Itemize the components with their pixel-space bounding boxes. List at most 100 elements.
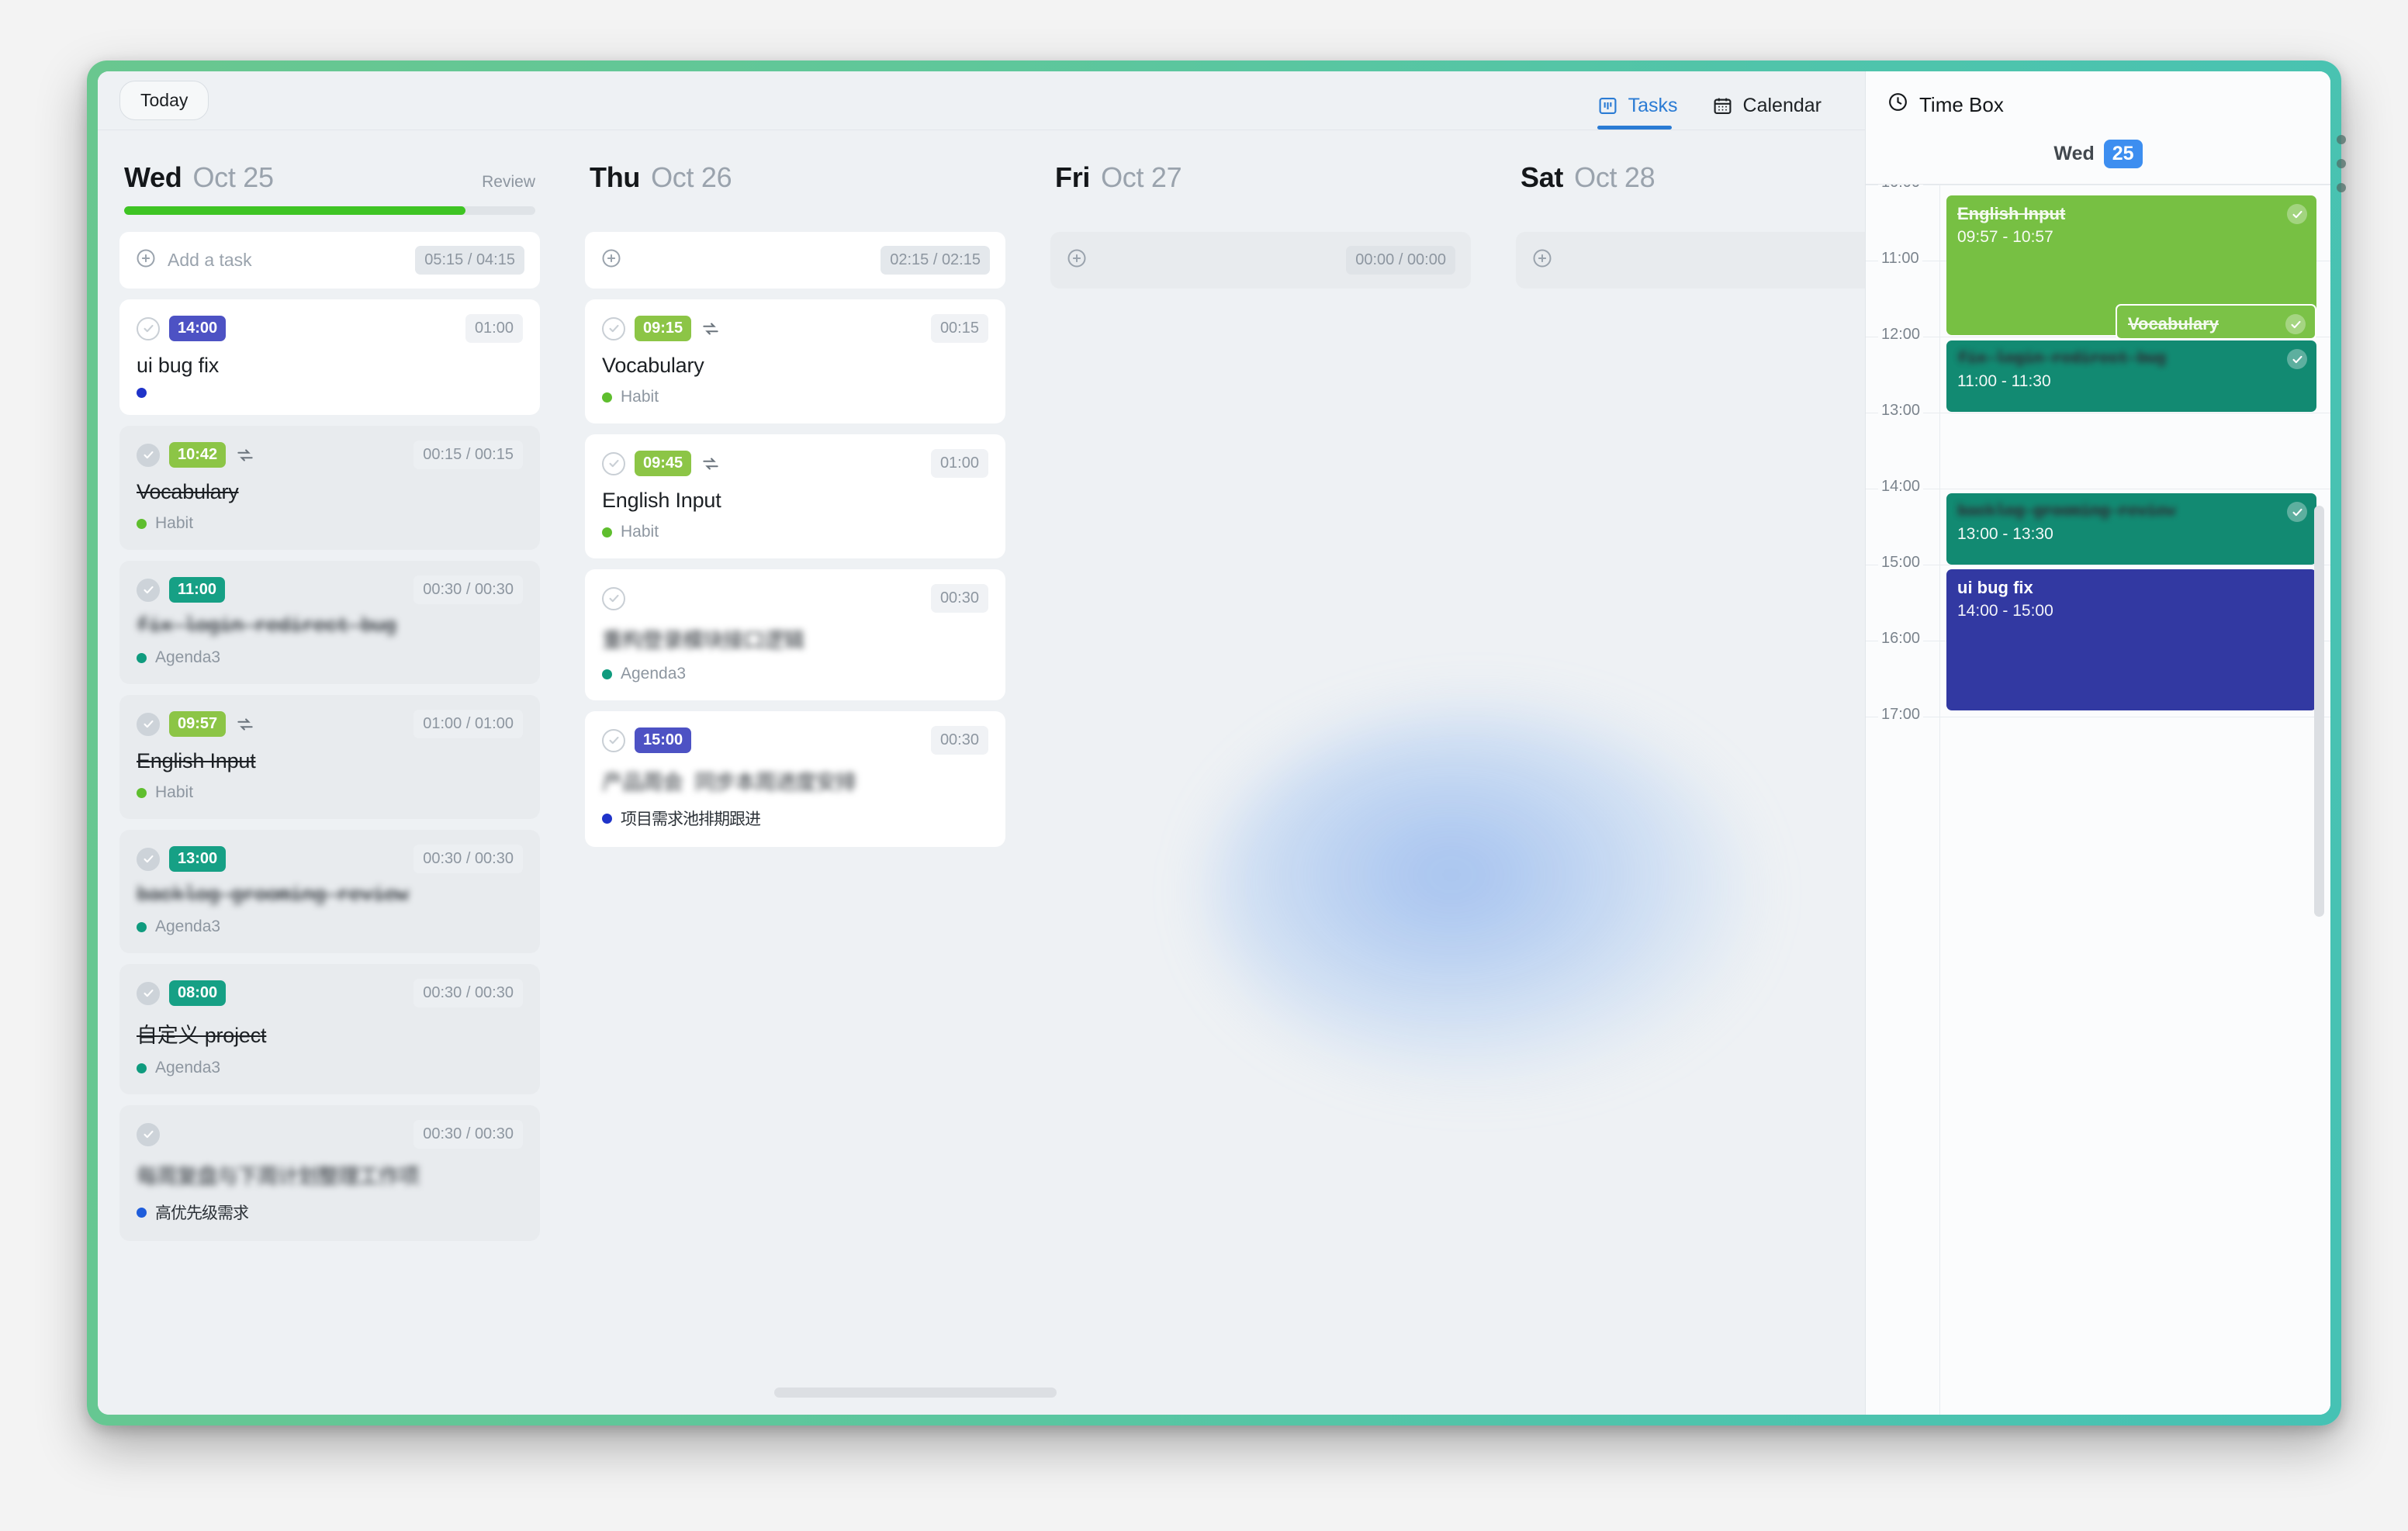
tab-calendar[interactable]: Calendar: [1712, 95, 1822, 130]
day-column-thu: Thu Oct 26 02:15 / 02:15 09:15 00:15 Voc…: [563, 130, 1029, 1415]
handle-dot: [2337, 183, 2346, 192]
task-card[interactable]: 00:30 / 00:30 每周复盘与下周计划整理工作项 高优先级需求: [119, 1105, 540, 1241]
task-checkbox[interactable]: [137, 712, 160, 736]
hour-row[interactable]: 13:00: [1866, 402, 2330, 489]
task-time-chip[interactable]: 14:00: [169, 316, 227, 341]
tab-tasks[interactable]: Tasks: [1597, 95, 1678, 130]
task-time-chip[interactable]: 15:00: [635, 727, 692, 753]
task-checkbox[interactable]: [137, 578, 160, 602]
task-title: 重构登录模块接口逻辑: [602, 631, 804, 655]
time-box-day-label: Wed: [2053, 143, 2095, 164]
repeat-icon: [235, 445, 255, 465]
task-card[interactable]: 13:00 00:30 / 00:30 backlog grooming rev…: [119, 830, 540, 953]
task-checkbox[interactable]: [137, 443, 160, 467]
task-time-chip[interactable]: 10:42: [169, 442, 227, 468]
task-time-chip[interactable]: 13:00: [169, 846, 227, 872]
task-checkbox[interactable]: [137, 981, 160, 1005]
task-project: Agenda3: [602, 665, 988, 683]
task-checkbox[interactable]: [137, 316, 160, 340]
task-time-chip[interactable]: 09:57: [169, 711, 227, 737]
task-title: English Input: [137, 749, 256, 772]
review-link[interactable]: Review: [482, 173, 535, 192]
timebox-event-title: Vocabulary: [2128, 314, 2219, 334]
task-project: [137, 388, 523, 398]
task-title: backlog grooming review: [137, 884, 409, 907]
task-time-chip[interactable]: 08:00: [169, 980, 227, 1006]
day-column-wed: Wed Oct 25 Review Add a task 05:15 / 04:…: [98, 130, 563, 1415]
day-column-header: Thu Oct 26: [585, 147, 1005, 194]
project-color-dot: [137, 518, 147, 529]
task-project: Agenda3: [137, 648, 523, 667]
project-name: Agenda3: [621, 665, 687, 683]
add-task-row[interactable]: 00:00 / 00:00: [1050, 232, 1471, 289]
day-of-week: Sat: [1521, 161, 1564, 193]
project-color-dot: [602, 527, 612, 537]
hour-row[interactable]: 17:00: [1866, 706, 2330, 793]
timebox-event-check-icon[interactable]: [2287, 204, 2307, 224]
task-time-chip[interactable]: 09:15: [635, 316, 692, 341]
add-task-row[interactable]: 02:15 / 02:15: [585, 232, 1005, 289]
time-box-title: Time Box: [1919, 92, 2004, 116]
timebox-event[interactable]: fix login redirect bug 11:00 - 11:30: [1946, 340, 2316, 412]
task-time-chip[interactable]: 11:00: [169, 577, 226, 603]
task-card-top: 00:30 / 00:30: [137, 1120, 523, 1149]
horizontal-scrollbar[interactable]: [774, 1388, 1057, 1398]
timebox-event-time: 13:00 - 13:30: [1957, 525, 2053, 543]
task-card[interactable]: 14:00 01:00 ui bug fix: [119, 299, 540, 415]
task-card[interactable]: 09:57 01:00 / 01:00 English Input Habit: [119, 695, 540, 819]
time-box-grid[interactable]: 10:00 11:00 12:00 13:00 14:00 15:00 16:00 17:00…: [1866, 185, 2330, 1415]
top-toolbar: Today Tasks Calendar: [98, 71, 1865, 130]
time-box-day-number: 25: [2103, 140, 2143, 168]
task-checkbox[interactable]: [602, 586, 625, 610]
time-box-day-selector[interactable]: Wed 25: [1866, 133, 2330, 185]
timebox-event[interactable]: ui bug fix 14:00 - 15:00: [1946, 569, 2316, 710]
project-color-dot: [137, 1207, 147, 1218]
task-card[interactable]: 15:00 00:30 产品周会 同步本周进度安排 项目需求池排期跟进: [585, 711, 1005, 847]
hour-label: 16:00: [1878, 630, 1924, 648]
timebox-event[interactable]: Vocabulary: [2116, 304, 2316, 340]
task-title: Vocabulary: [137, 480, 239, 503]
project-name: 项目需求池排期跟进: [621, 812, 761, 830]
task-checkbox[interactable]: [137, 847, 160, 871]
timebox-event-check-icon[interactable]: [2285, 314, 2306, 334]
task-checkbox[interactable]: [602, 316, 625, 340]
time-box-vertical-scrollbar[interactable]: [2314, 506, 2324, 917]
task-duration: 00:15: [930, 314, 988, 343]
task-checkbox[interactable]: [602, 728, 625, 752]
day-column-fri: Fri Oct 27 00:00 / 00:00: [1029, 130, 1494, 1415]
task-checkbox[interactable]: [137, 1122, 160, 1146]
handle-dot: [2337, 159, 2346, 168]
project-color-dot: [602, 813, 612, 824]
day-of-week: Wed: [124, 161, 182, 193]
day-progress-bar: [124, 206, 535, 215]
task-time-chip[interactable]: 09:45: [635, 451, 692, 476]
timebox-event-check-icon[interactable]: [2287, 502, 2307, 522]
task-card[interactable]: 11:00 00:30 / 00:30 fix login redirect b…: [119, 561, 540, 684]
task-card[interactable]: 00:30 重构登录模块接口逻辑 Agenda3: [585, 569, 1005, 700]
plus-circle-icon: [1531, 247, 1553, 273]
hour-label: 14:00: [1878, 478, 1924, 496]
task-card[interactable]: 09:15 00:15 Vocabulary Habit: [585, 299, 1005, 423]
day-date: Oct 28: [1574, 161, 1656, 193]
task-card[interactable]: 08:00 00:30 / 00:30 自定义 project Agenda3: [119, 964, 540, 1094]
task-title: English Input: [602, 489, 721, 512]
task-card[interactable]: 10:42 00:15 / 00:15 Vocabulary Habit: [119, 426, 540, 550]
window-drag-handle[interactable]: [2335, 135, 2347, 192]
task-title: fix login redirect bug: [137, 615, 396, 638]
task-card[interactable]: 09:45 01:00 English Input Habit: [585, 434, 1005, 558]
timebox-event-time: 09:57 - 10:57: [1957, 228, 2053, 246]
task-card-top: 09:57 01:00 / 01:00: [137, 710, 523, 738]
calendar-icon: [1712, 95, 1733, 116]
task-card-top: 13:00 00:30 / 00:30: [137, 845, 523, 873]
add-task-row[interactable]: Add a task 05:15 / 04:15: [119, 232, 540, 289]
timebox-event-check-icon[interactable]: [2287, 349, 2307, 369]
timebox-event[interactable]: backlog grooming review 13:00 - 13:30: [1946, 493, 2316, 565]
today-button[interactable]: Today: [119, 81, 209, 120]
task-checkbox[interactable]: [602, 451, 625, 475]
time-box-header: Time Box: [1866, 71, 2330, 133]
timebox-event-title: English Input: [1957, 204, 2066, 223]
add-task-row[interactable]: 0: [1516, 232, 1865, 289]
day-date: Oct 26: [651, 161, 732, 193]
task-card-top: 09:45 01:00: [602, 449, 988, 478]
plus-circle-icon: [600, 247, 622, 273]
